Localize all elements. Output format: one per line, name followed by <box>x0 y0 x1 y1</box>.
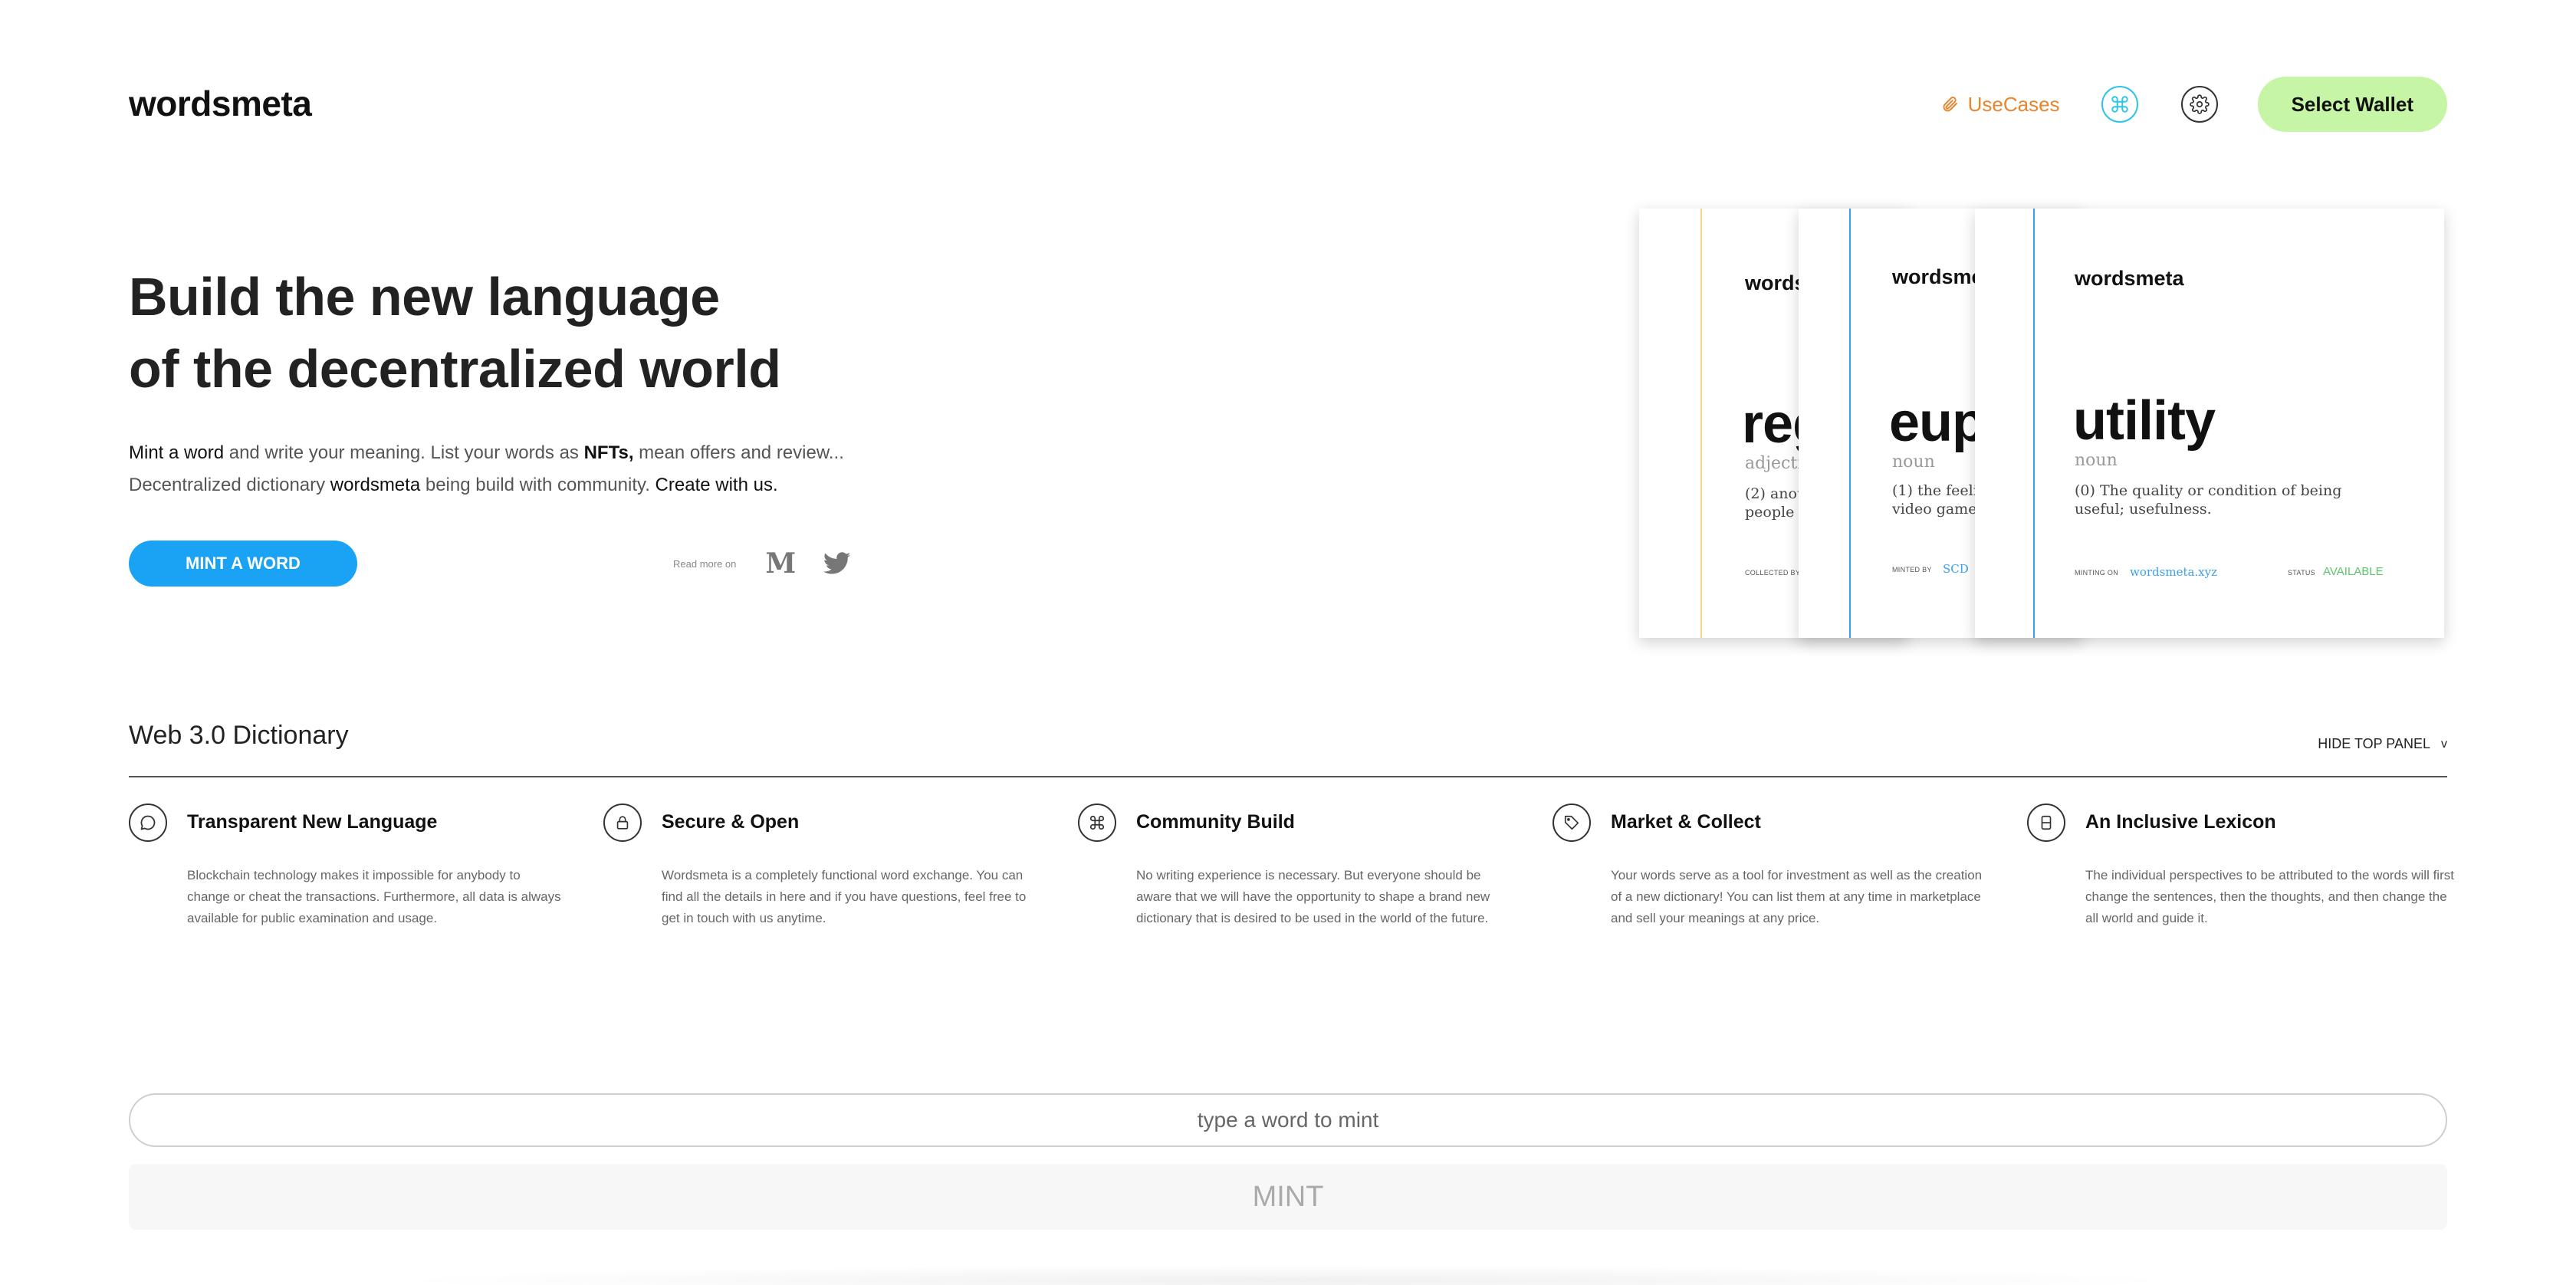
card-minting-on-link[interactable]: wordsmeta.xyz <box>2130 565 2217 579</box>
desc-mint-word: Mint a word <box>129 442 225 463</box>
card-status-value: AVAILABLE <box>2323 565 2384 578</box>
feature-text: Wordsmeta is a completely functional wor… <box>662 868 1027 925</box>
card-logo: wordsmeta <box>2075 267 2184 290</box>
feature-title: Community Build <box>1136 811 1295 833</box>
read-more: Read more on M <box>673 546 851 581</box>
feature-text: Blockchain technology makes it impossibl… <box>187 868 561 925</box>
card-accent-line <box>1700 209 1702 638</box>
book-icon <box>2027 804 2065 842</box>
card-word: utility <box>2073 390 2216 452</box>
usecases-link[interactable]: UseCases <box>1940 93 2060 117</box>
gear-icon <box>2189 94 2210 114</box>
section-divider <box>129 776 2447 777</box>
bottom-panel-shadow <box>383 1265 2193 1285</box>
hide-top-panel-button[interactable]: HIDE TOP PANEL v <box>2318 736 2447 752</box>
feature-title: Secure & Open <box>662 811 800 833</box>
feature-title: Transparent New Language <box>187 811 438 833</box>
lock-icon <box>603 804 642 842</box>
settings-button[interactable] <box>2180 86 2218 123</box>
desc-text-4: being build with community. <box>420 475 656 495</box>
tag-icon <box>1552 804 1591 842</box>
paperclip-icon <box>1943 97 1957 112</box>
mint-button[interactable]: MINT <box>129 1164 2447 1230</box>
card-accent-line <box>1849 209 1851 638</box>
command-button[interactable] <box>2101 86 2138 123</box>
desc-nfts: NFTs, <box>583 442 634 463</box>
app-logo[interactable]: wordsmeta <box>129 83 312 124</box>
feature-text: No writing experience is necessary. But … <box>1136 868 1490 925</box>
hero-title: Build the new language of the decentrali… <box>129 261 781 405</box>
card-accent-line <box>2033 209 2035 638</box>
hero-desc-line1: Mint a word and write your meaning. List… <box>129 437 844 469</box>
usecases-label: UseCases <box>1967 92 2060 116</box>
read-more-label: Read more on <box>673 557 737 570</box>
card-minted-by-value[interactable]: SCD <box>1943 562 1969 576</box>
section-title: Web 3.0 Dictionary <box>129 721 349 750</box>
card-definition: (0) The quality or condition of being us… <box>2075 482 2342 518</box>
card-meta-label: MINTING ON <box>2075 569 2118 577</box>
word-card-3[interactable]: wordsmeta utility noun (0) The quality o… <box>1975 209 2444 638</box>
top-nav: UseCases Select Wallet <box>1940 77 2447 132</box>
card-part-of-speech: noun <box>1892 452 1935 472</box>
desc-text-2: mean offers and review... <box>633 442 844 463</box>
medium-icon[interactable]: M <box>765 547 796 580</box>
select-wallet-button[interactable]: Select Wallet <box>2257 77 2447 132</box>
card-meta-label: MINTED BY <box>1892 566 1932 573</box>
desc-text-3: Decentralized dictionary <box>129 475 330 495</box>
hero-desc-line2: Decentralized dictionary wordsmeta being… <box>129 469 844 501</box>
mint-a-word-button[interactable]: MINT A WORD <box>129 541 357 587</box>
command-icon <box>2111 96 2128 113</box>
hero-description: Mint a word and write your meaning. List… <box>129 437 844 501</box>
feature-text: The individual perspectives to be attrib… <box>2085 868 2454 925</box>
desc-wordsmeta: wordsmeta <box>330 475 421 495</box>
card-status-label: STATUS <box>2288 569 2315 577</box>
chat-bubble-icon <box>129 804 167 842</box>
card-part-of-speech: noun <box>2075 451 2118 470</box>
hero-title-line1: Build the new language <box>129 267 720 327</box>
card-word: eup <box>1889 392 1986 453</box>
feature-title: An Inclusive Lexicon <box>2085 811 2276 833</box>
create-with-us-link[interactable]: Create with us. <box>656 475 778 495</box>
mint-word-input[interactable] <box>129 1093 2447 1147</box>
command-icon <box>1078 804 1116 842</box>
hide-top-panel-label: HIDE TOP PANEL <box>2318 736 2430 751</box>
chevron-down-icon: v <box>2441 737 2447 751</box>
hero-title-line2: of the decentralized world <box>129 339 781 399</box>
card-meta-label: COLLECTED BY <box>1745 569 1801 577</box>
feature-title: Market & Collect <box>1611 811 1761 833</box>
twitter-icon[interactable] <box>823 551 851 576</box>
desc-text-1: and write your meaning. List your words … <box>224 442 584 463</box>
feature-text: Your words serve as a tool for investmen… <box>1611 868 1983 925</box>
